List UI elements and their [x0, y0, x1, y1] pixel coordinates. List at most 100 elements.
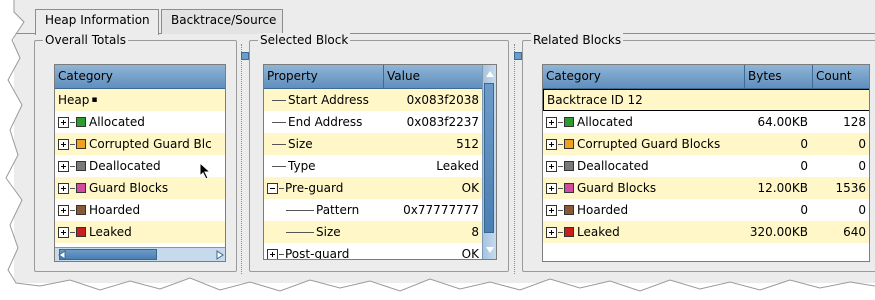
category-cell: Deallocated — [543, 155, 745, 177]
tab-backtrace-source[interactable]: Backtrace/Source — [161, 9, 283, 34]
property-row[interactable]: End Address 0x083f2237 — [264, 111, 484, 133]
scrollbar-thumb[interactable] — [484, 83, 494, 233]
category-cell: Leaked — [55, 221, 132, 243]
tree-row[interactable]: Leaked 320.00KB 640 — [543, 221, 869, 243]
scroll-up-icon[interactable] — [486, 71, 494, 77]
property-value: OK — [461, 246, 479, 260]
property-label: Pattern — [316, 202, 360, 217]
tree-connector — [272, 121, 286, 123]
tree-row[interactable]: Allocated — [55, 111, 225, 133]
tab-heap-information[interactable]: Heap Information — [35, 9, 159, 35]
tree-row-heap[interactable]: Heap ▪ — [55, 89, 225, 111]
expand-icon[interactable] — [546, 182, 557, 194]
expand-icon[interactable] — [58, 116, 69, 128]
column-header-bytes[interactable]: Bytes — [745, 65, 813, 89]
tree-row[interactable]: Allocated 64.00KB 128 — [543, 111, 869, 133]
property-row[interactable]: Pattern 0x77777777 — [264, 199, 484, 221]
bytes-cell: 320.00KB — [745, 221, 813, 243]
count-value: 0 — [858, 202, 866, 217]
value-cell: 0x083f2038 — [384, 89, 484, 111]
tree-row[interactable]: Corrupted Guard Blocks 0 0 — [543, 133, 869, 155]
scrollbar-thumb[interactable] — [59, 249, 157, 260]
column-header-category[interactable]: Category — [543, 65, 745, 89]
scroll-right-icon[interactable] — [214, 249, 226, 261]
scroll-down-icon[interactable] — [486, 247, 494, 253]
category-color-icon — [76, 139, 86, 149]
bytes-cell: 0 — [745, 155, 813, 177]
expand-icon[interactable] — [58, 182, 69, 194]
mouse-pointer-icon — [199, 162, 212, 180]
expand-icon[interactable] — [58, 204, 69, 216]
related-blocks-table[interactable]: Category Bytes Count Backtrace ID 12 All… — [542, 64, 870, 262]
property-value: 0x77777777 — [403, 202, 479, 217]
value-cell: 0x77777777 — [384, 199, 484, 221]
collapse-icon[interactable] — [267, 182, 278, 194]
tree-connector — [279, 187, 284, 189]
property-row[interactable]: Size 512 — [264, 133, 484, 155]
tree-row[interactable]: Guard Blocks 12.00KB 1536 — [543, 177, 869, 199]
property-row[interactable]: Size 8 — [264, 221, 484, 243]
value-cell: OK — [384, 243, 484, 260]
count-value: 128 — [843, 114, 866, 129]
vertical-scrollbar[interactable] — [482, 65, 496, 259]
tree-row[interactable]: Corrupted Guard Blc — [55, 133, 225, 155]
tree-connector — [272, 99, 286, 101]
category-label: Leaked — [89, 224, 132, 239]
group-title: Related Blocks — [531, 33, 624, 47]
count-cell: 0 — [813, 155, 869, 177]
property-row[interactable]: Pre-guard OK — [264, 177, 484, 199]
category-color-icon — [76, 183, 86, 193]
tree-row-backtrace[interactable]: Backtrace ID 12 — [543, 89, 869, 111]
tree-row[interactable]: Hoarded 0 0 — [543, 199, 869, 221]
bytes-value: 0 — [800, 136, 808, 151]
tree-row[interactable]: Guard Blocks — [55, 177, 225, 199]
category-cell: Hoarded — [55, 199, 140, 221]
scroll-left-icon[interactable] — [56, 249, 68, 261]
expand-icon[interactable] — [546, 138, 557, 150]
category-label: Leaked — [577, 224, 620, 239]
value-cell: 8 — [384, 221, 484, 243]
count-value: 0 — [858, 136, 866, 151]
expand-icon[interactable] — [267, 248, 278, 259]
tree-connector — [286, 231, 314, 233]
value-cell: Leaked — [384, 155, 484, 177]
bytes-value: 0 — [800, 158, 808, 173]
category-cell: Guard Blocks — [543, 177, 745, 199]
expand-icon[interactable] — [546, 226, 557, 238]
expand-icon[interactable] — [58, 160, 69, 172]
category-label: Deallocated — [89, 158, 161, 173]
column-header-value[interactable]: Value — [384, 65, 484, 89]
tree-row[interactable]: Leaked — [55, 221, 225, 243]
category-color-icon — [76, 205, 86, 215]
category-label: Allocated — [89, 114, 145, 129]
tree-connector — [558, 231, 563, 233]
tab-label: Backtrace/Source — [171, 13, 277, 27]
expand-icon[interactable] — [58, 138, 69, 150]
tab-bar: Heap Information Backtrace/Source — [14, 0, 875, 35]
column-header-count[interactable]: Count — [813, 65, 869, 89]
column-header-property[interactable]: Property — [264, 65, 384, 89]
expand-icon[interactable] — [546, 116, 557, 128]
splitter-handle[interactable] — [241, 52, 249, 60]
splitter-handle[interactable] — [514, 52, 522, 60]
selected-block-table[interactable]: Property Value Start Address 0x083f2038 En… — [263, 64, 497, 260]
value-cell: OK — [384, 177, 484, 199]
expand-icon[interactable] — [546, 160, 557, 172]
category-cell: Corrupted Guard Blc — [55, 133, 212, 155]
tree-row[interactable]: Deallocated 0 0 — [543, 155, 869, 177]
category-color-icon — [76, 161, 86, 171]
horizontal-scrollbar[interactable] — [55, 247, 226, 261]
splitter-line — [514, 44, 516, 274]
tree-connector — [558, 209, 563, 211]
property-row[interactable]: Start Address 0x083f2038 — [264, 89, 484, 111]
expand-icon[interactable] — [58, 226, 69, 238]
tree-row[interactable]: Hoarded — [55, 199, 225, 221]
property-row[interactable]: Post-guard OK — [264, 243, 484, 260]
property-value: 0x083f2237 — [406, 114, 479, 129]
tab-label: Heap Information — [45, 13, 150, 27]
count-cell: 128 — [813, 111, 869, 133]
property-value: 0x083f2038 — [406, 92, 479, 107]
expand-icon[interactable] — [546, 204, 557, 216]
property-row[interactable]: Type Leaked — [264, 155, 484, 177]
column-header-category[interactable]: Category — [55, 65, 225, 89]
